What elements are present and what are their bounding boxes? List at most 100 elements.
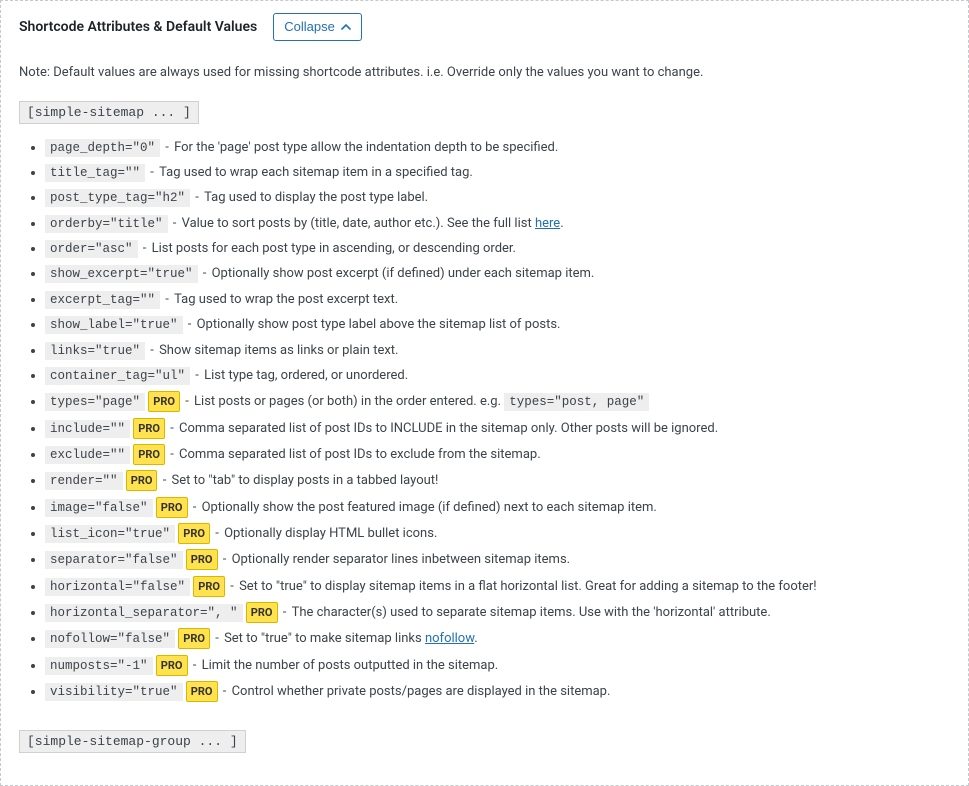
- pro-badge: PRO: [178, 523, 210, 544]
- separator-dash: -: [195, 190, 202, 205]
- separator-dash: -: [193, 658, 200, 673]
- separator-dash: -: [185, 394, 192, 409]
- attribute-code: nofollow="false": [45, 630, 175, 648]
- collapse-button-label: Collapse: [284, 19, 335, 35]
- attribute-item: title_tag="" - Tag used to wrap each sit…: [45, 163, 950, 183]
- inline-link[interactable]: nofollow: [425, 631, 474, 646]
- attribute-code: page_depth="0": [45, 139, 160, 157]
- separator-dash: -: [215, 526, 222, 541]
- attribute-description: Tag used to display the post type label.: [204, 190, 428, 205]
- attribute-code: separator="false": [45, 551, 183, 569]
- separator-dash: -: [283, 605, 290, 620]
- separator-dash: -: [165, 292, 172, 307]
- attribute-description: Control whether private posts/pages are …: [232, 684, 611, 699]
- attribute-item: separator="false" PRO - Optionally rende…: [45, 549, 950, 570]
- attribute-code: orderby="title": [45, 215, 168, 233]
- attribute-code: title_tag="": [45, 164, 145, 182]
- separator-dash: -: [150, 165, 157, 180]
- attribute-description: Tag used to wrap the post excerpt text.: [174, 292, 398, 307]
- attribute-code: numposts="-1": [45, 657, 153, 675]
- attribute-code: links="true": [45, 342, 145, 360]
- attribute-item: show_excerpt="true" - Optionally show po…: [45, 264, 950, 284]
- attribute-list: page_depth="0" - For the 'page' post typ…: [19, 138, 950, 703]
- attribute-code: order="asc": [45, 240, 138, 258]
- attribute-description: Optionally show the post featured image …: [202, 500, 657, 515]
- separator-dash: -: [223, 684, 230, 699]
- collapse-button[interactable]: Collapse: [273, 13, 362, 41]
- attribute-code: exclude="": [45, 446, 130, 464]
- separator-dash: -: [203, 266, 210, 281]
- note-text: Note: Default values are always used for…: [19, 63, 950, 83]
- pro-badge: PRO: [156, 497, 188, 518]
- attribute-description: Value to sort posts by (title, date, aut…: [182, 216, 535, 231]
- attribute-code: container_tag="ul": [45, 367, 190, 385]
- attribute-code: show_excerpt="true": [45, 265, 198, 283]
- attribute-item: show_label="true" - Optionally show post…: [45, 315, 950, 335]
- pro-badge: PRO: [186, 549, 218, 570]
- attribute-item: visibility="true" PRO - Control whether …: [45, 681, 950, 702]
- separator-dash: -: [163, 473, 170, 488]
- attribute-description: Optionally show post excerpt (if defined…: [212, 266, 595, 281]
- attribute-item: order="asc" - List posts for each post t…: [45, 239, 950, 259]
- separator-dash: -: [170, 421, 177, 436]
- attribute-item: excerpt_tag="" - Tag used to wrap the po…: [45, 290, 950, 310]
- attribute-description: Set to "tab" to display posts in a tabbe…: [172, 473, 439, 488]
- attribute-description-tail: .: [474, 631, 477, 646]
- attribute-description: Comma separated list of post IDs to INCL…: [179, 421, 718, 436]
- attribute-description: List posts or pages (or both) in the ord…: [194, 394, 504, 409]
- attribute-item: image="false" PRO - Optionally show the …: [45, 497, 950, 518]
- attribute-item: post_type_tag="h2" - Tag used to display…: [45, 188, 950, 208]
- attribute-item: types="page" PRO - List posts or pages (…: [45, 391, 950, 412]
- pro-badge: PRO: [193, 576, 225, 597]
- attribute-description: Tag used to wrap each sitemap item in a …: [159, 165, 473, 180]
- separator-dash: -: [223, 552, 230, 567]
- attribute-description: Set to "true" to display sitemap items i…: [239, 579, 817, 594]
- separator-dash: -: [173, 216, 180, 231]
- attribute-code: list_icon="true": [45, 525, 175, 543]
- attribute-item: nofollow="false" PRO - Set to "true" to …: [45, 628, 950, 649]
- attribute-code: show_label="true": [45, 316, 183, 334]
- separator-dash: -: [193, 500, 200, 515]
- pro-badge: PRO: [186, 681, 218, 702]
- attribute-description: The character(s) used to separate sitema…: [292, 605, 771, 620]
- separator-dash: -: [230, 579, 237, 594]
- chevron-up-icon: [341, 22, 351, 32]
- separator-dash: -: [143, 241, 150, 256]
- attribute-item: render="" PRO - Set to "tab" to display …: [45, 470, 950, 491]
- pro-badge: PRO: [148, 391, 180, 412]
- attribute-item: container_tag="ul" - List type tag, orde…: [45, 366, 950, 386]
- separator-dash: -: [165, 140, 172, 155]
- pro-badge: PRO: [133, 418, 165, 439]
- attribute-item: horizontal="false" PRO - Set to "true" t…: [45, 576, 950, 597]
- pro-badge: PRO: [133, 444, 165, 465]
- attribute-code: horizontal_separator=", ": [45, 604, 243, 622]
- attribute-description: Optionally render separator lines inbetw…: [232, 552, 571, 567]
- attribute-code: horizontal="false": [45, 578, 190, 596]
- section-header: Shortcode Attributes & Default Values Co…: [19, 13, 950, 41]
- attribute-code: image="false": [45, 499, 153, 517]
- separator-dash: -: [170, 447, 177, 462]
- attribute-code: include="": [45, 420, 130, 438]
- section-title: Shortcode Attributes & Default Values: [19, 19, 257, 35]
- attribute-item: include="" PRO - Comma separated list of…: [45, 418, 950, 439]
- attribute-code: types="page": [45, 393, 145, 411]
- separator-dash: -: [195, 368, 202, 383]
- attribute-description: List type tag, ordered, or unordered.: [204, 368, 408, 383]
- attribute-item: list_icon="true" PRO - Optionally displa…: [45, 523, 950, 544]
- separator-dash: -: [188, 317, 195, 332]
- inline-link[interactable]: here: [535, 216, 560, 231]
- attribute-description-tail: .: [560, 216, 563, 231]
- separator-dash: -: [215, 631, 222, 646]
- attribute-description: For the 'page' post type allow the inden…: [174, 140, 558, 155]
- attribute-example-code: types="post, page": [504, 393, 649, 411]
- attribute-item: exclude="" PRO - Comma separated list of…: [45, 444, 950, 465]
- separator-dash: -: [150, 343, 157, 358]
- shortcode-heading-simple-sitemap: [simple-sitemap ... ]: [19, 101, 199, 124]
- attribute-item: links="true" - Show sitemap items as lin…: [45, 341, 950, 361]
- attribute-description: Optionally show post type label above th…: [197, 317, 561, 332]
- attribute-code: excerpt_tag="": [45, 291, 160, 309]
- pro-badge: PRO: [126, 470, 158, 491]
- attribute-item: page_depth="0" - For the 'page' post typ…: [45, 138, 950, 158]
- shortcode-heading-simple-sitemap-group: [simple-sitemap-group ... ]: [19, 730, 246, 753]
- attribute-item: numposts="-1" PRO - Limit the number of …: [45, 655, 950, 676]
